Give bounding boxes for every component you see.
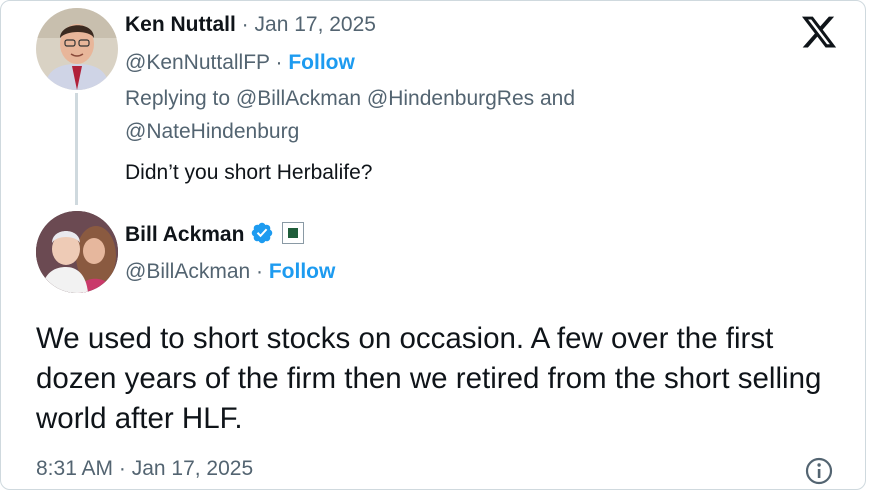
post-date[interactable]: Jan 17, 2025 (255, 13, 376, 36)
reply-handle-line: @KenNuttallFP · Follow (125, 51, 355, 74)
verified-badge-icon (252, 223, 273, 244)
follow-button[interactable]: Follow (288, 51, 355, 74)
replying-to-line-1: Replying to @BillAckman @HindenburgRes a… (125, 87, 576, 110)
author-handle[interactable]: @KenNuttallFP (125, 51, 270, 74)
main-handle-line: @BillAckman · Follow (125, 260, 336, 283)
replying-to-line-2: @NateHindenburg (125, 120, 300, 143)
author-handle[interactable]: @BillAckman (125, 260, 250, 283)
thread-connector-line (75, 93, 78, 205)
follow-button[interactable]: Follow (269, 260, 336, 283)
main-author-line: Bill Ackman (125, 222, 305, 247)
affiliation-badge-icon[interactable] (282, 222, 305, 245)
tweet-text: We used to short stocks on occasion. A f… (36, 322, 822, 435)
avatar[interactable] (36, 8, 118, 90)
reply-text: Didn’t you short Herbalife? (125, 161, 373, 184)
embedded-tweet-card: Ken Nuttall · Jan 17, 2025 @KenNuttallFP… (0, 0, 866, 490)
tweet-timestamp[interactable]: 8:31 AM · Jan 17, 2025 (36, 457, 253, 481)
info-icon[interactable] (804, 456, 834, 486)
avatar[interactable] (36, 211, 118, 293)
reply-author-line: Ken Nuttall · Jan 17, 2025 (125, 13, 376, 36)
x-logo-icon[interactable] (798, 13, 840, 51)
author-name[interactable]: Ken Nuttall (125, 13, 236, 36)
author-name[interactable]: Bill Ackman (125, 223, 244, 246)
